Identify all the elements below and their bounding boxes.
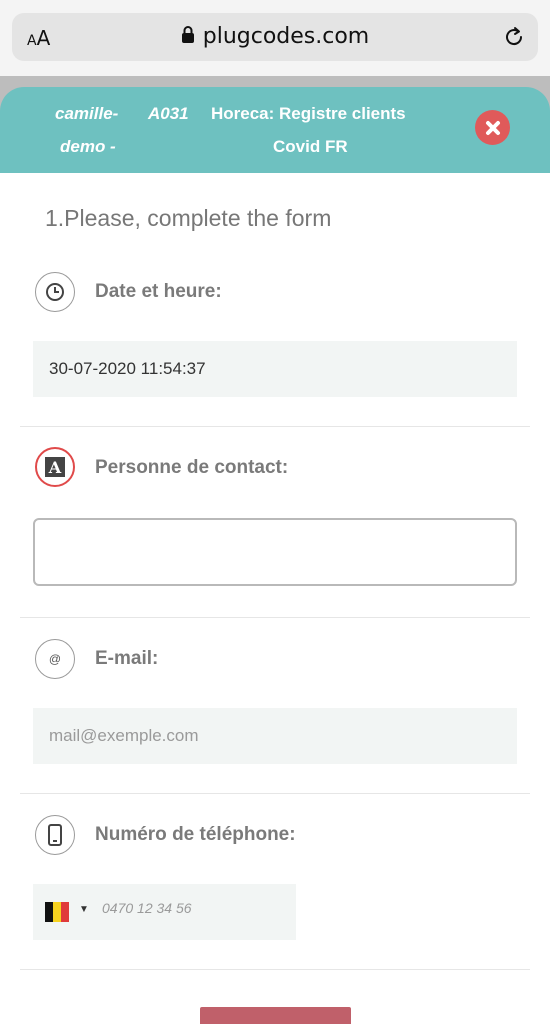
clock-icon [35,272,75,312]
svg-text:A: A [48,458,62,477]
url-text: plugcodes.com [202,24,370,49]
divider [20,969,530,970]
at-icon: @ [35,639,75,679]
form-title: 1.Please, complete the form [45,205,332,231]
header-title-line2: Covid FR [273,137,348,156]
header-user-line1: camille- [55,104,119,123]
phone-placeholder: 0470 12 34 56 [102,900,192,916]
phone-field[interactable]: ▼ 0470 12 34 56 [33,884,296,940]
contact-label: Personne de contact: [95,457,289,478]
close-button[interactable] [475,110,510,145]
phone-label: Numéro de téléphone: [95,824,296,845]
header-code: A031 [148,104,189,123]
divider [20,617,530,618]
reload-icon[interactable] [502,25,526,54]
lock-icon [181,25,195,50]
belgium-flag-icon[interactable] [45,902,69,922]
text-a-icon: A [35,447,75,487]
submit-button[interactable] [200,1007,351,1024]
close-icon [485,120,500,135]
form-header [0,87,550,173]
phone-icon [35,815,75,855]
url-display[interactable]: plugcodes.com [12,24,538,50]
chevron-down-icon[interactable]: ▼ [79,904,89,915]
email-field[interactable]: mail@exemple.com [33,708,517,764]
header-title-line1: Horeca: Registre clients [211,104,406,123]
address-bar[interactable]: AA plugcodes.com [12,13,538,61]
date-label: Date et heure: [95,281,222,302]
divider [20,426,530,427]
browser-toolbar: AA plugcodes.com [0,0,550,76]
email-label: E-mail: [95,648,159,669]
contact-name-field[interactable] [33,518,517,586]
date-field[interactable]: 30-07-2020 11:54:37 [33,341,517,397]
divider [20,793,530,794]
header-user-line2: demo - [60,137,116,156]
